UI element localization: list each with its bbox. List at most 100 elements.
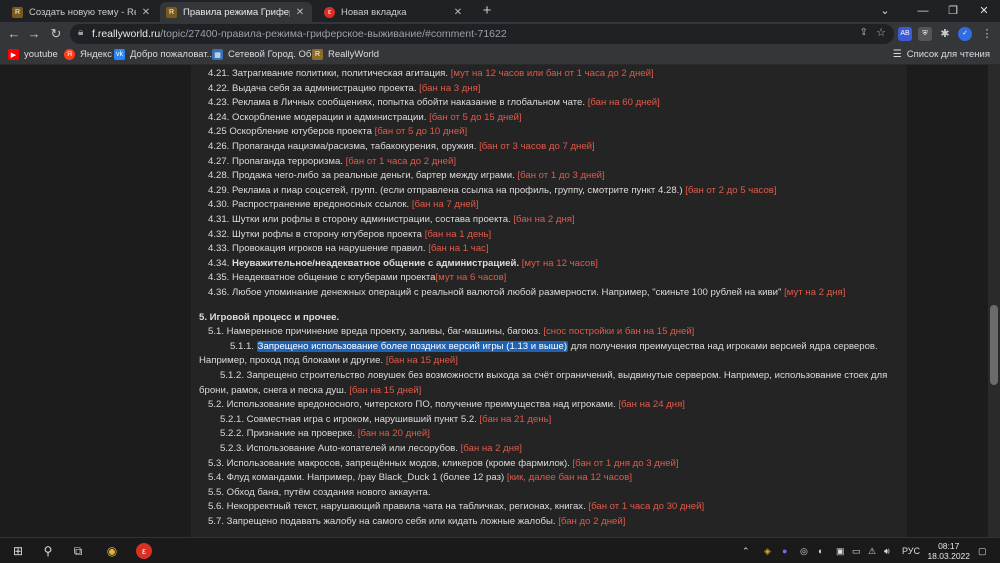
penalty-text: [бан на 1 час] (428, 243, 489, 255)
rule-line: брони, рамок, снега и песка душ. [бан на… (199, 384, 421, 397)
penalty-text: [бан от 2 до 5 часов] (685, 184, 777, 196)
tab-rules[interactable]: R Правила режима Гриферское в ✕ (160, 2, 312, 22)
close-icon[interactable]: ✕ (294, 7, 306, 18)
rule-text: 4.33. Провокация игроков на нарушение пр… (208, 243, 429, 255)
volume-icon[interactable]: 🔊︎ (884, 546, 890, 557)
rule-text: 4.28. Продажа чего-либо за реальные день… (208, 170, 518, 182)
rule-line: 4.25 Оскорбление ютуберов проекта [бан о… (208, 125, 467, 138)
tab-search-icon[interactable]: ⌄ (862, 0, 908, 22)
scrollbar-thumb[interactable] (990, 305, 998, 385)
penalty-text: [бан на 60 дней] (587, 97, 660, 109)
tab-new[interactable]: ε Новая вкладка ✕ (318, 2, 470, 22)
share-icon[interactable]: ⇪ (860, 27, 868, 38)
close-icon[interactable]: ✕ (452, 7, 464, 18)
rule-line: 4.23. Реклама в Личных сообщениях, попыт… (208, 96, 660, 109)
bookmark-yandex[interactable]: Я Яндекс (64, 49, 112, 60)
rule-text: 4.27. Пропаганда терроризма. (208, 155, 346, 167)
forward-icon[interactable]: → (26, 26, 42, 42)
rule-text: 5.6. Некорректный текст, нарушающий прав… (208, 501, 589, 513)
rule-text: 5.1. Намеренное причинение вреда проекту… (208, 326, 544, 338)
reading-list-icon: ☰ (892, 49, 902, 60)
penalty-text: [бан от 1 часа до 2 дней] (345, 155, 457, 167)
rule-text: 4.25 Оскорбление ютуберов проекта (208, 126, 375, 138)
tray-up-icon[interactable]: ⌃ (742, 546, 750, 557)
bookmark-youtube[interactable]: ▶ youtube (8, 49, 58, 60)
bookmarks-bar: ▶ youtube Я Яндекс vk Добро пожаловат... ▦ С… (0, 45, 1000, 65)
puzzle-icon[interactable]: ✱ (938, 27, 952, 41)
reload-icon[interactable]: ↻ (48, 26, 64, 42)
tray-viber-icon[interactable]: ● (782, 546, 787, 556)
close-window-button[interactable]: ✕ (968, 0, 1000, 22)
search-icon[interactable]: ⚲ (40, 543, 56, 559)
tray-alert-icon[interactable]: ⚠ (868, 546, 876, 557)
penalty-text: [бан на 2 дня] (460, 443, 522, 454)
reading-list-button[interactable]: ☰ Список для чтения (893, 49, 990, 60)
penalty-text: [бан на 21 день] (479, 413, 552, 425)
rule-text: 5.5. Обход бана, путём создания нового а… (208, 486, 431, 498)
task-view-icon[interactable]: ⧉ (70, 543, 86, 559)
rule-line: 4.30. Распространение вредоносных ссылок… (208, 198, 479, 211)
minimize-button[interactable]: — (908, 0, 938, 22)
tray-network-icon[interactable]: ▭ (852, 546, 861, 557)
penalty-text: [бан от 3 часов до 7 дней] (479, 141, 595, 152)
penalty-text: [бан на 7 дней] (411, 199, 479, 211)
extension-ab-icon[interactable]: AB (898, 27, 912, 41)
rule-text: 5.7. Запрещено подавать жалобу на самого… (208, 516, 559, 527)
bookmark-vk[interactable]: vk Добро пожаловат... (114, 49, 215, 60)
taskbar: ⊞ ⚲ ⧉ ◉ ε ⌃ ◈ ● ◎ ◐ ▣ ▭ ⚠ 🔊︎ РУС 08:17 1… (0, 537, 1000, 563)
rule-text: 5.2.2. Признание на проверке. (220, 428, 358, 440)
penalty-text: [бан до 2 дней] (558, 516, 626, 527)
back-icon[interactable]: ← (6, 26, 22, 42)
address-bar[interactable]: 🔒︎ f.reallyworld.ru/topic/27400-правила-… (70, 24, 894, 44)
rule-line: 5.5. Обход бана, путём создания нового а… (208, 486, 431, 499)
tab-title: Новая вкладка (341, 6, 407, 18)
rule-line: 5.7. Запрещено подавать жалобу на самого… (208, 515, 625, 528)
tab-create-topic[interactable]: R Создать новую тему - ReallyW ✕ (6, 2, 158, 22)
reallyworld-icon: R (312, 49, 323, 60)
rule-line: 5.2. Использование вредоносного, читерск… (208, 398, 685, 411)
maximize-button[interactable]: ❐ (938, 0, 968, 22)
rule-line: 4.36. Любое упоминание денежных операций… (208, 286, 845, 299)
minecraft-launcher-icon[interactable]: ε (136, 543, 152, 559)
penalty-text: [бан на 15 дней] (385, 355, 458, 367)
penalty-text: [снос постройки и бан на 15 дней] (543, 326, 695, 338)
rule-text: 5.4. Флуд командами. Например, /pay Blac… (208, 472, 507, 484)
rule-line: 5.1.1. Запрещено использование более поз… (230, 340, 878, 353)
tray-video-icon[interactable]: ▣ (836, 546, 845, 557)
keyboard-language[interactable]: РУС (902, 546, 920, 556)
rule-text: 5.3. Использование макросов, запрещённых… (208, 457, 573, 469)
shield-icon[interactable]: ⛨ (918, 27, 932, 41)
lock-icon[interactable]: 🔒︎ (78, 27, 83, 38)
rule-text: 4.36. Любое упоминание денежных операций… (208, 287, 785, 298)
penalty-text: [бан на 15 дней] (349, 384, 422, 396)
rule-text: 4.22. Выдача себя за администрацию проек… (208, 82, 420, 94)
scrollbar[interactable] (988, 65, 1000, 537)
rule-line: 4.29. Реклама и пиар соцсетей, групп. (е… (208, 184, 777, 197)
close-icon[interactable]: ✕ (140, 7, 152, 18)
rule-text: 4.26. Пропаганда нацизма/расизма, табако… (208, 141, 480, 152)
chrome-icon[interactable]: ◉ (104, 543, 120, 559)
rule-bold-text: Неуважительное/неадекватное общение с ад… (232, 257, 520, 269)
new-tab-button[interactable]: + (479, 3, 495, 19)
tray-discord-icon[interactable]: ◐ (818, 546, 823, 556)
rule-text: 4.34. (208, 257, 233, 269)
penalty-text: [бан от 5 до 15 дней] (429, 111, 522, 123)
profile-icon[interactable]: ✓ (958, 27, 972, 41)
penalty-text: [мут на 6 часов] (435, 272, 507, 284)
rule-line: Например, проход под блоками и другие. [… (199, 354, 458, 367)
bookmark-school[interactable]: ▦ Сетевой Город. Об... (212, 49, 319, 60)
rule-line: 4.26. Пропаганда нацизма/расизма, табако… (208, 140, 595, 153)
notifications-icon[interactable]: ▢ (978, 546, 987, 557)
tray-steam-icon[interactable]: ◎ (800, 546, 808, 557)
tray-app-icon[interactable]: ◈ (764, 546, 771, 557)
bookmark-reallyworld[interactable]: R ReallyWorld (312, 49, 379, 60)
windows-start-icon[interactable]: ⊞ (10, 543, 26, 559)
penalty-text: [бан от 5 до 10 дней] (374, 126, 468, 138)
star-icon[interactable]: ☆ (876, 26, 886, 39)
penalty-text: [бан на 2 дня] (513, 214, 575, 225)
rule-line: 4.22. Выдача себя за администрацию проек… (208, 82, 480, 95)
penalty-text: [бан на 24 дня] (618, 399, 685, 411)
tab-title: Правила режима Гриферское в (183, 6, 290, 18)
clock[interactable]: 08:17 18.03.2022 (927, 541, 970, 561)
menu-icon[interactable]: ⋮ (980, 27, 994, 41)
